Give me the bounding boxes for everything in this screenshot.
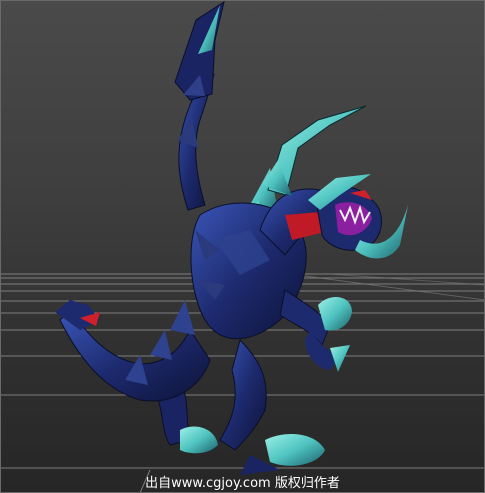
3d-viewport[interactable]: 出自www.cgjoy.com 版权归作者 (0, 0, 485, 493)
creature-model[interactable] (0, 0, 485, 493)
hind-foot-right (265, 434, 325, 466)
hind-leg-right (219, 339, 267, 451)
hind-foot-left (180, 426, 218, 454)
watermark-caption: 出自www.cgjoy.com 版权归作者 (145, 476, 340, 491)
